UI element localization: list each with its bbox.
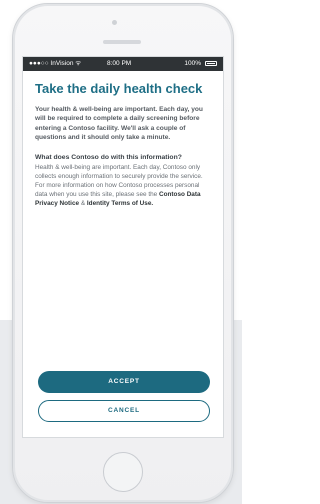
ampersand-text: &: [79, 199, 87, 207]
stage: ●●●○○ InVision ᯤ 8:00 PM 100% Take the d…: [0, 0, 242, 504]
phone-screen: ●●●○○ InVision ᯤ 8:00 PM 100% Take the d…: [22, 56, 224, 438]
battery-percent: 100%: [184, 60, 201, 67]
status-time: 8:00 PM: [107, 60, 132, 67]
privacy-question: What does Contoso do with this informati…: [35, 154, 182, 162]
cancel-button[interactable]: CANCEL: [38, 400, 210, 422]
phone-speaker: [103, 40, 141, 44]
accept-button[interactable]: ACCEPT: [38, 371, 210, 393]
privacy-answer: Health & well-being are important. Each …: [35, 164, 213, 209]
carrier-label: ●●●○○ InVision ᯤ: [29, 60, 82, 67]
camera-dot: [112, 20, 117, 25]
battery-icon: [205, 61, 217, 66]
intro-text: Your health & well-being are important. …: [35, 106, 203, 141]
health-check-content: Take the daily health check Your health …: [35, 81, 213, 209]
terms-of-use-link[interactable]: Identity Terms of Use.: [87, 200, 153, 207]
page-title: Take the daily health check: [35, 81, 203, 96]
home-button[interactable]: [103, 452, 143, 492]
status-bar: ●●●○○ InVision ᯤ 8:00 PM 100%: [23, 57, 223, 71]
